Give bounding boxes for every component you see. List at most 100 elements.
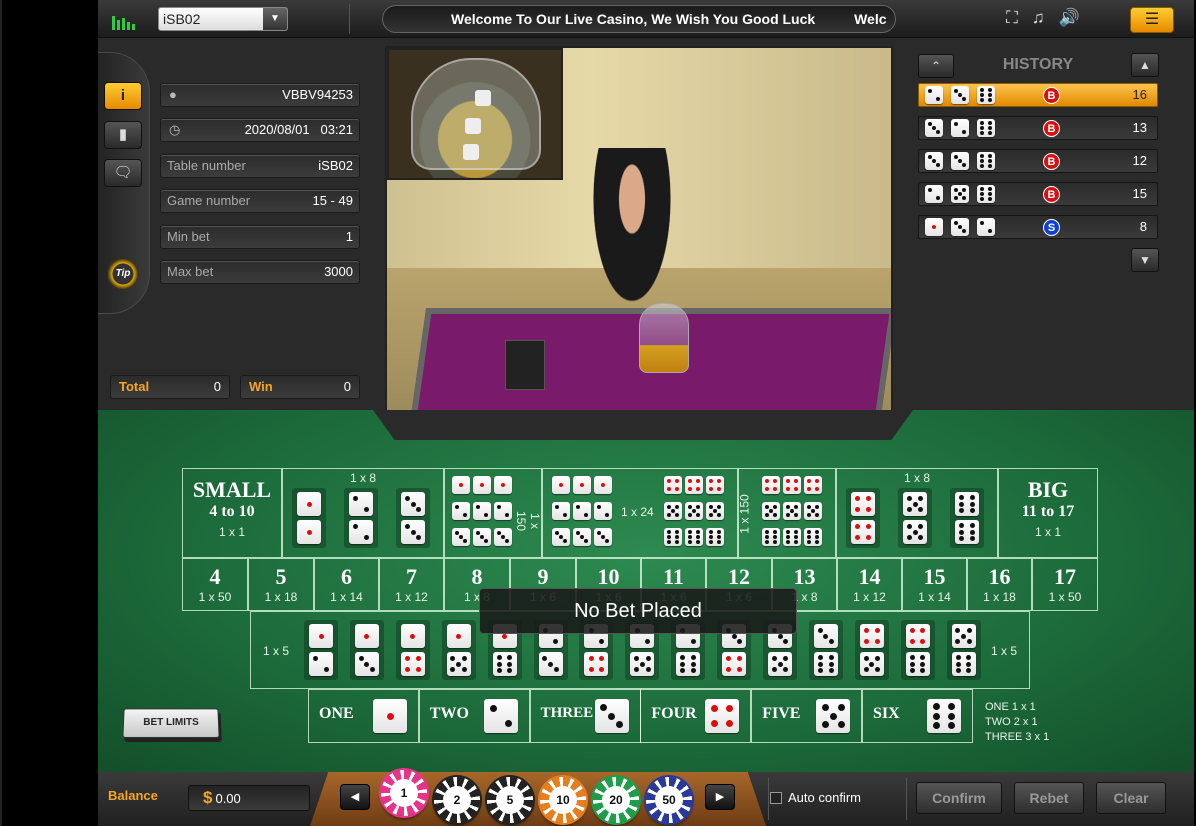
currency-symbol: $: [203, 788, 213, 807]
die-face-3-icon: [401, 492, 425, 516]
bet-combo-5-6[interactable]: [946, 620, 981, 680]
welcome-marquee: Welcome To Our Live Casino, We Wish You …: [382, 5, 896, 33]
bet-single-five[interactable]: FIVE: [751, 689, 863, 743]
bet-triple-1[interactable]: [552, 476, 612, 494]
chip-5[interactable]: 5: [487, 777, 533, 823]
history-expand-button[interactable]: ⌃: [918, 54, 954, 78]
chip-10[interactable]: 10: [540, 777, 586, 823]
bet-sum-15[interactable]: 15 1 x 14: [902, 558, 967, 611]
die-face-1-icon: [297, 520, 321, 544]
chevron-right-icon: ▶: [715, 791, 725, 803]
bet-single-four[interactable]: FOUR: [640, 689, 752, 743]
bet-single-three[interactable]: THREE: [529, 689, 641, 743]
info-tab-button[interactable]: i: [104, 82, 142, 110]
bet-combo-1-3[interactable]: [349, 620, 384, 680]
bet-triple-6[interactable]: [762, 528, 822, 546]
bet-combo-1-4[interactable]: [395, 620, 430, 680]
bet-sum-4[interactable]: 41 x 50: [182, 558, 248, 611]
chip-1[interactable]: 1: [381, 770, 427, 816]
bet-sum-17[interactable]: 17 1 x 50: [1032, 558, 1098, 611]
die-face-5-icon: [903, 520, 927, 544]
confirm-button[interactable]: Confirm: [916, 782, 1002, 814]
video-dice-shaker: [639, 303, 689, 373]
bet-double-1[interactable]: [292, 488, 326, 548]
bet-triple-5[interactable]: [762, 502, 822, 520]
auto-confirm-checkbox[interactable]: [770, 792, 782, 804]
bet-sum-14[interactable]: 14 1 x 12: [837, 558, 902, 611]
die-face-2-icon: [594, 502, 612, 520]
die-face-2-icon: [349, 520, 373, 544]
die-face-6-icon: [927, 699, 961, 733]
history-result-badge: B: [1043, 87, 1060, 104]
bet-combo-4-6[interactable]: [900, 620, 935, 680]
die-face-6-icon: [977, 152, 995, 170]
double-chevron-up-icon: ⌃: [930, 59, 942, 73]
bet-small[interactable]: SMALL 4 to 10 1 x 1: [182, 468, 282, 558]
bet-combo-3-6[interactable]: [808, 620, 843, 680]
die-face-1-icon: [494, 476, 512, 494]
bet-double-2[interactable]: [344, 488, 378, 548]
bet-triple-3[interactable]: [452, 528, 512, 546]
bet-triple-3[interactable]: [552, 528, 612, 546]
die-face-3-icon: [494, 528, 512, 546]
die-face-5-icon: [706, 502, 724, 520]
bet-combo-1-2[interactable]: [304, 620, 338, 680]
auto-confirm-toggle[interactable]: Auto confirm: [770, 790, 861, 805]
chevron-left-icon: ◀: [350, 791, 360, 803]
bet-double-4[interactable]: [846, 488, 880, 548]
single-label: ONE: [319, 705, 354, 722]
die-face-6-icon: [492, 652, 517, 676]
rebet-button[interactable]: Rebet: [1014, 782, 1084, 814]
die-face-5-icon: [664, 502, 682, 520]
die-face-5-icon: [951, 185, 969, 203]
bet-triple-2[interactable]: [452, 502, 512, 520]
history-down-button[interactable]: ▼: [1131, 248, 1159, 272]
bet-triple-6[interactable]: [664, 528, 724, 546]
tip-button[interactable]: Tip: [107, 258, 139, 290]
bet-triple-1[interactable]: [452, 476, 512, 494]
bet-sum-6[interactable]: 61 x 14: [314, 558, 379, 611]
bet-triple-5[interactable]: [664, 502, 724, 520]
bet-sum-7[interactable]: 71 x 12: [379, 558, 444, 611]
bet-single-two[interactable]: TWO: [418, 689, 530, 743]
bet-double-6[interactable]: [950, 488, 984, 548]
chips-next-button[interactable]: ▶: [705, 784, 735, 810]
die-face-2-icon: [473, 502, 491, 520]
music-mute-icon[interactable]: ♫: [1032, 8, 1045, 28]
chips-prev-button[interactable]: ◀: [340, 784, 370, 810]
bet-triple-4[interactable]: [664, 476, 724, 494]
bet-big[interactable]: BIG 11 to 17 1 x 1: [998, 468, 1098, 558]
win-row: Win 0: [240, 375, 360, 399]
chip-2[interactable]: 2: [434, 777, 480, 823]
bet-double-3[interactable]: [396, 488, 430, 548]
bet-combo-4-5[interactable]: [854, 620, 889, 680]
die-face-4-icon: [685, 476, 703, 494]
bet-sum-16[interactable]: 16 1 x 18: [967, 558, 1032, 611]
divider: [349, 4, 350, 34]
bet-combo-1-5[interactable]: [441, 620, 476, 680]
bet-sum-5[interactable]: 51 x 18: [248, 558, 314, 611]
bet-single-six[interactable]: SIX: [862, 689, 973, 743]
stats-tab-button[interactable]: ▮: [104, 121, 142, 149]
chip-tray: [310, 772, 766, 826]
die-face-6-icon: [783, 528, 801, 546]
bet-triple-4[interactable]: [762, 476, 822, 494]
clear-button[interactable]: Clear: [1096, 782, 1166, 814]
fullscreen-icon[interactable]: ⛶: [1006, 8, 1018, 28]
die-face-2-icon: [494, 502, 512, 520]
bet-double-5[interactable]: [898, 488, 932, 548]
bet-triple-2[interactable]: [552, 502, 612, 520]
chevron-down-icon[interactable]: ▼: [263, 8, 287, 30]
bet-single-one[interactable]: ONE: [308, 689, 419, 743]
sound-icon[interactable]: 🔊: [1059, 8, 1080, 28]
bet-limits-button[interactable]: BET LIMITS: [122, 708, 220, 738]
single-label: FIVE: [762, 705, 801, 722]
chat-tab-button[interactable]: 🗨: [104, 159, 142, 187]
single-label: FOUR: [651, 705, 697, 722]
table-select[interactable]: iSB02 ▼: [158, 7, 288, 31]
chip-20[interactable]: 20: [593, 777, 639, 823]
top-bar: iSB02 ▼ Welcome To Our Live Casino, We W…: [98, 0, 1194, 38]
chip-50[interactable]: 50: [646, 777, 692, 823]
menu-button[interactable]: ☰: [1130, 7, 1174, 33]
history-up-button[interactable]: ▲: [1131, 53, 1159, 77]
